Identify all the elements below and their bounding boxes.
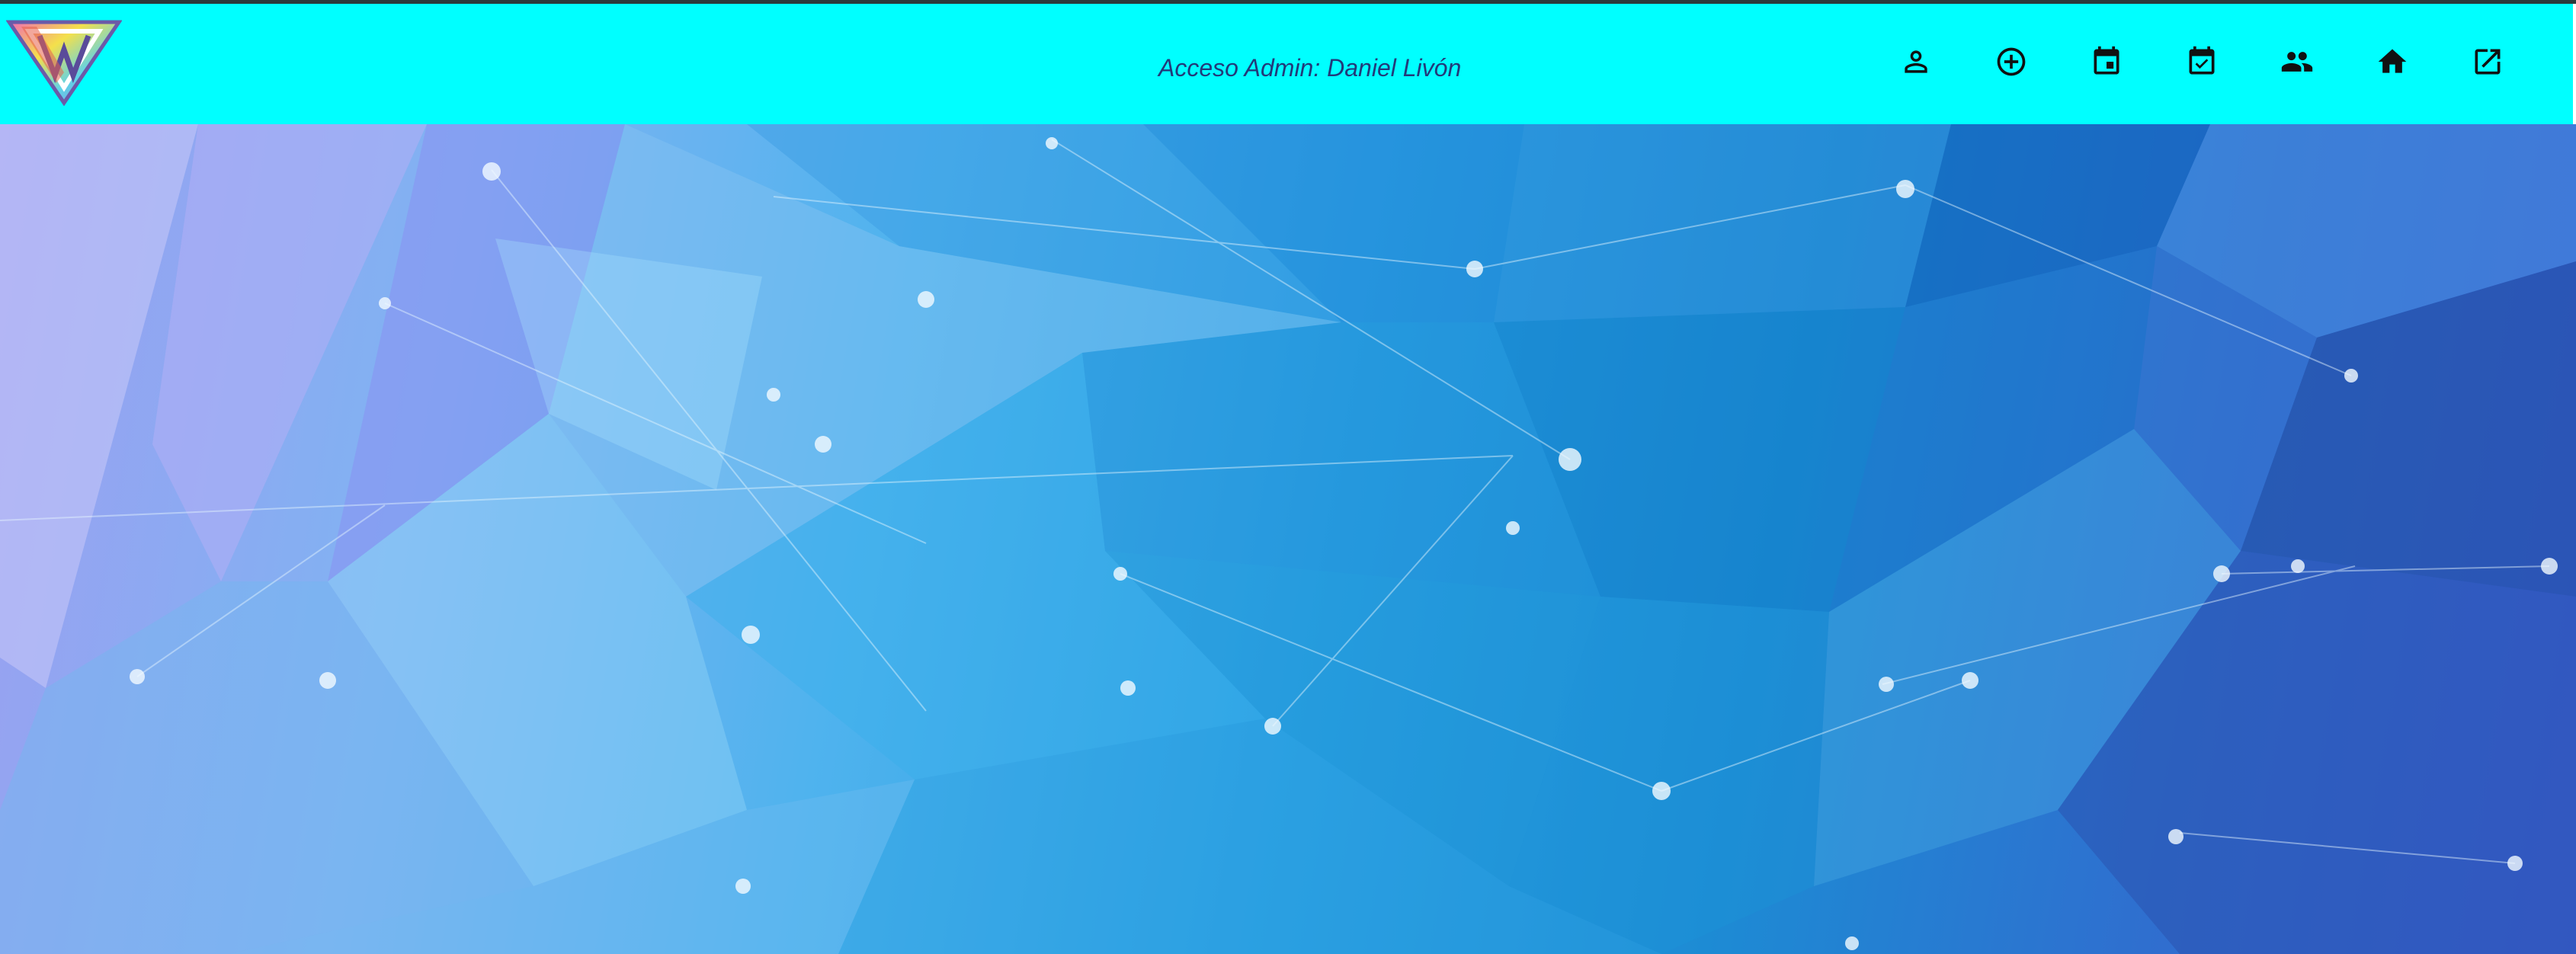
add-circle-icon <box>1997 47 2026 76</box>
schedule-button[interactable] <box>2184 43 2220 80</box>
events-button[interactable] <box>2088 43 2125 80</box>
page: Acceso Admin: Daniel Livón <box>0 0 2576 954</box>
top-navbar: Acceso Admin: Daniel Livón <box>0 4 2576 124</box>
add-button[interactable] <box>1993 43 2030 80</box>
polygon-network-background <box>0 124 2576 954</box>
home-button[interactable] <box>2374 43 2411 80</box>
logout-button[interactable] <box>2469 43 2506 80</box>
group-icon <box>2281 52 2313 72</box>
calendar-check-icon <box>2189 46 2215 75</box>
admin-access-label: Acceso Admin: Daniel Livón <box>1158 54 1462 82</box>
profile-button[interactable] <box>1898 43 1934 80</box>
home-icon <box>2378 49 2407 73</box>
person-icon <box>1905 50 1927 73</box>
open-external-icon <box>2475 49 2501 75</box>
brand-logo[interactable] <box>5 19 123 107</box>
users-button[interactable] <box>2279 43 2315 80</box>
calendar-event-icon <box>2094 46 2119 75</box>
